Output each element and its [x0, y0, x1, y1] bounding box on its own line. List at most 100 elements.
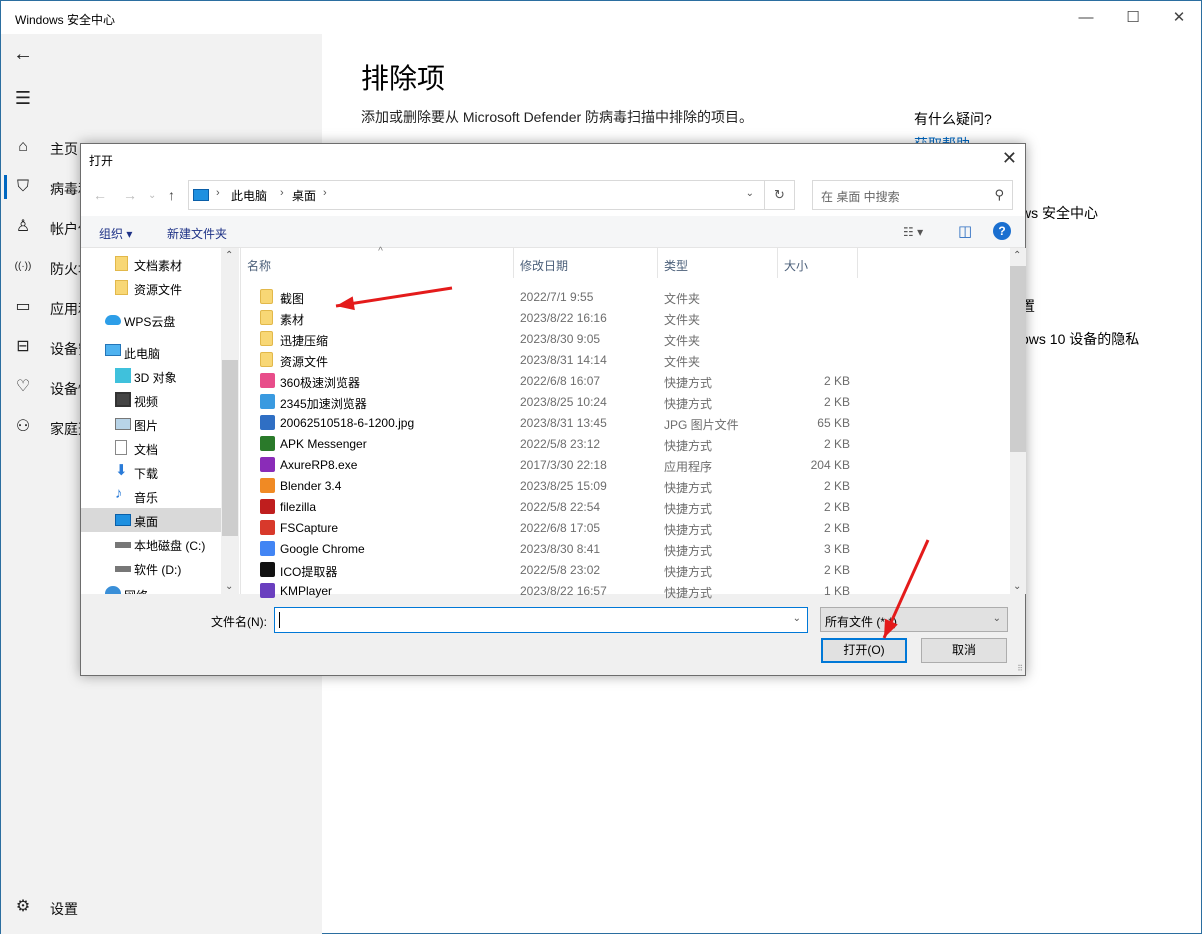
- file-date: 2023/8/22 16:57: [520, 584, 607, 598]
- tree-item[interactable]: 资源文件: [81, 276, 221, 300]
- file-name: APK Messenger: [280, 437, 367, 451]
- search-input[interactable]: 在 桌面 中搜索 ⚲: [812, 180, 1013, 210]
- refresh-button[interactable]: ↻: [765, 180, 795, 210]
- file-type: 快捷方式: [664, 586, 713, 600]
- drive-c-icon: [115, 542, 131, 548]
- tree-item[interactable]: 视频: [81, 388, 221, 412]
- sort-caret-icon: ^: [378, 246, 383, 257]
- music-icon: ♪: [115, 485, 123, 502]
- scroll-down-icon[interactable]: ⌄: [225, 581, 233, 592]
- back-arrow-icon[interactable]: ←: [13, 44, 33, 64]
- organize-button[interactable]: 组织 ▾: [99, 225, 132, 242]
- file-size: 3 KB: [823, 542, 850, 556]
- chevron-down-icon: ⌄: [992, 613, 1001, 624]
- file-size: 2 KB: [823, 374, 850, 388]
- file-row[interactable]: 素材 2023/8/22 16:16 文件夹: [241, 307, 1011, 328]
- scrollbar-thumb[interactable]: [222, 360, 238, 536]
- tree-scrollbar[interactable]: ⌃ ⌄: [221, 248, 239, 594]
- file-row[interactable]: Google Chrome 2023/8/30 8:41 快捷方式 3 KB: [241, 538, 1011, 559]
- file-type-select[interactable]: 所有文件 (*.*) ⌄: [820, 607, 1008, 632]
- file-list-scrollbar[interactable]: ⌃ ⌄: [1010, 248, 1026, 594]
- up-button[interactable]: ↑: [168, 187, 175, 203]
- file-type: 快捷方式: [664, 502, 713, 516]
- folder-icon: [260, 331, 273, 346]
- file-name: 360极速浏览器: [280, 376, 361, 390]
- file-row[interactable]: AxureRP8.exe 2017/3/30 22:18 应用程序 204 KB: [241, 454, 1011, 475]
- file-row[interactable]: KMPlayer 2023/8/22 16:57 快捷方式 1 KB: [241, 580, 1011, 601]
- chevron-down-icon[interactable]: ⌄: [746, 188, 754, 199]
- new-folder-button[interactable]: 新建文件夹: [167, 225, 227, 242]
- file-date: 2023/8/25 15:09: [520, 479, 607, 493]
- tree-item[interactable]: 3D 对象: [81, 364, 221, 388]
- column-header-date[interactable]: 修改日期: [514, 248, 658, 278]
- hamburger-menu-icon[interactable]: ☰: [13, 88, 33, 108]
- wifi-icon: ((·)): [14, 261, 32, 272]
- minimize-button[interactable]: —: [1071, 7, 1101, 29]
- open-button[interactable]: 打开(O): [821, 638, 907, 663]
- file-date: 2022/5/8 22:54: [520, 500, 601, 514]
- file-size: 2 KB: [823, 500, 850, 514]
- tree-item[interactable]: WPS云盘: [81, 308, 221, 332]
- heart-icon: ♡: [15, 378, 31, 395]
- file-row[interactable]: 资源文件 2023/8/31 14:14 文件夹: [241, 349, 1011, 370]
- shield-icon: ⛉: [16, 178, 29, 195]
- file-row[interactable]: ICO提取器 2022/5/8 23:02 快捷方式 2 KB: [241, 559, 1011, 580]
- video-icon: [115, 392, 131, 407]
- file-size: 2 KB: [823, 437, 850, 451]
- sidebar-item-settings[interactable]: ⚙ 设置: [1, 887, 322, 927]
- tree-item-label: 此电脑: [124, 347, 161, 361]
- file-size: 2 KB: [823, 563, 850, 577]
- file-row[interactable]: FSCapture 2022/6/8 17:05 快捷方式 2 KB: [241, 517, 1011, 538]
- address-bar[interactable]: › 此电脑 › 桌面 › ⌄: [188, 180, 765, 210]
- cancel-button[interactable]: 取消: [921, 638, 1007, 663]
- file-row[interactable]: 截图 2022/7/1 9:55 文件夹: [241, 286, 1011, 307]
- preview-pane-button[interactable]: ◫: [958, 222, 972, 240]
- scroll-down-icon[interactable]: ⌄: [1013, 581, 1021, 592]
- file-row[interactable]: 20062510518-6-1200.jpg 2023/8/31 13:45 JPG…: [241, 412, 1011, 433]
- file-row[interactable]: Blender 3.4 2023/8/25 15:09 快捷方式 2 KB: [241, 475, 1011, 496]
- tree-item[interactable]: 文档: [81, 436, 221, 460]
- file-row[interactable]: filezilla 2022/5/8 22:54 快捷方式 2 KB: [241, 496, 1011, 517]
- folder-icon: [260, 352, 273, 367]
- help-button[interactable]: ?: [993, 222, 1011, 240]
- filename-input[interactable]: ⌄: [274, 607, 808, 633]
- scrollbar-thumb[interactable]: [1010, 266, 1026, 452]
- column-header-name[interactable]: 名称 ^: [241, 246, 514, 278]
- tree-item[interactable]: 本地磁盘 (C:): [81, 532, 221, 556]
- file-row[interactable]: 360极速浏览器 2022/6/8 16:07 快捷方式 2 KB: [241, 370, 1011, 391]
- file-row[interactable]: 迅捷压缩 2023/8/30 9:05 文件夹: [241, 328, 1011, 349]
- tree-item[interactable]: 桌面: [81, 508, 221, 532]
- tree-item[interactable]: ♪ 音乐: [81, 484, 221, 508]
- back-button[interactable]: ←: [93, 187, 107, 203]
- scroll-up-icon[interactable]: ⌃: [1013, 250, 1021, 261]
- breadcrumb-this-pc[interactable]: 此电脑: [231, 187, 267, 204]
- file-size: 65 KB: [817, 416, 850, 430]
- tree-item-label: 软件 (D:): [134, 563, 182, 577]
- axure-icon: [260, 457, 275, 472]
- scroll-up-icon[interactable]: ⌃: [225, 250, 233, 261]
- column-header-type[interactable]: 类型: [658, 248, 778, 278]
- maximize-button[interactable]: ☐: [1118, 7, 1148, 29]
- close-button[interactable]: ✕: [1164, 7, 1194, 29]
- file-row[interactable]: APK Messenger 2022/5/8 23:12 快捷方式 2 KB: [241, 433, 1011, 454]
- file-name: KMPlayer: [280, 584, 333, 598]
- resize-grip-icon[interactable]: ⠿: [1017, 664, 1023, 673]
- chrome-icon: [260, 541, 275, 556]
- file-type: 快捷方式: [664, 565, 713, 579]
- breadcrumb-desktop[interactable]: 桌面: [292, 187, 316, 204]
- tree-item[interactable]: ⬇ 下载: [81, 460, 221, 484]
- recent-locations-button[interactable]: ⌄: [148, 190, 156, 201]
- view-options-button[interactable]: ☷ ▾: [903, 225, 923, 239]
- dialog-close-button[interactable]: ✕: [1002, 148, 1017, 169]
- desktop-icon: [193, 189, 209, 201]
- tree-item[interactable]: 图片: [81, 412, 221, 436]
- forward-button[interactable]: →: [123, 187, 137, 203]
- column-header-size[interactable]: 大小: [778, 248, 858, 278]
- file-row[interactable]: 2345加速浏览器 2023/8/25 10:24 快捷方式 2 KB: [241, 391, 1011, 412]
- file-name: Blender 3.4: [280, 479, 342, 493]
- chevron-down-icon[interactable]: ⌄: [793, 613, 801, 624]
- tree-item[interactable]: 文档素材: [81, 252, 221, 276]
- tree-item[interactable]: 此电脑: [81, 340, 221, 364]
- tree-item[interactable]: 网络: [81, 582, 221, 594]
- tree-item[interactable]: 软件 (D:): [81, 556, 221, 580]
